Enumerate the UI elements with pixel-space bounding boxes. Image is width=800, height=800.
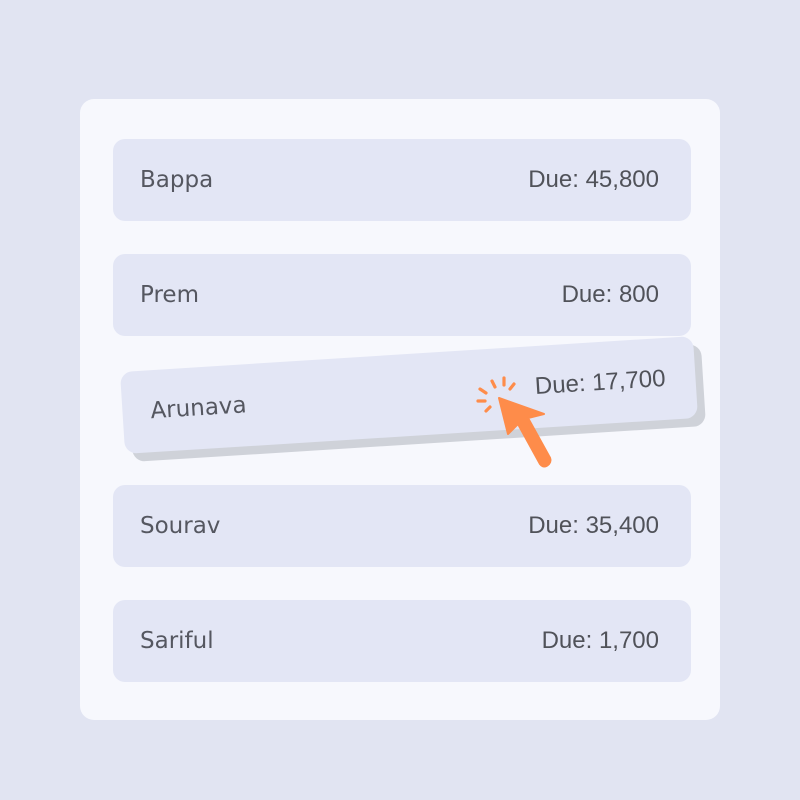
list-item[interactable]: Sourav Due: 35,400 (113, 485, 691, 567)
pointer-arrow-icon (476, 376, 552, 468)
list-item[interactable]: Sariful Due: 1,700 (113, 600, 691, 682)
item-due: Due: 1,700 (541, 627, 659, 654)
item-name: Prem (140, 282, 199, 308)
list-item[interactable]: Bappa Due: 45,800 (113, 139, 691, 221)
item-name: Arunava (149, 392, 248, 425)
item-name: Bappa (140, 167, 214, 193)
item-due: Due: 35,400 (528, 512, 659, 539)
item-name: Sariful (140, 628, 214, 654)
item-name: Sourav (140, 513, 221, 539)
list-item[interactable]: Prem Due: 800 (113, 254, 691, 336)
item-due: Due: 800 (561, 281, 659, 308)
item-due: Due: 45,800 (528, 166, 659, 193)
